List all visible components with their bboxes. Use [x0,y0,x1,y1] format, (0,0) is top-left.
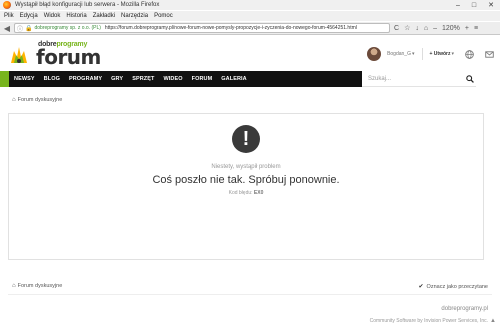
menu-pomoc[interactable]: Pomoc [154,13,173,19]
menu-narzedzia[interactable]: Narzędzia [121,13,148,19]
footer-breadcrumb-link[interactable]: Forum dyskusyjne [18,283,63,289]
browser-menubar: Plik Edycja Widok Historia Zakładki Narz… [0,11,500,21]
mail-icon[interactable] [485,50,494,59]
close-icon[interactable]: ✕ [482,0,500,10]
scroll-up-icon[interactable]: ▲ [490,318,496,324]
error-code: Kod błędu: EX0 [9,190,483,196]
error-message: Coś poszło nie tak. Spróbuj ponownie. [152,174,340,186]
lock-icon[interactable]: 🔒 [25,25,32,32]
search-icon[interactable] [466,75,474,83]
search-input[interactable]: Szukaj... [362,71,476,87]
browser-toolbar: ◀ ⓘ 🔒 dobreprogramy sp. z o.o. (PL) http… [0,22,500,35]
avatar[interactable] [367,47,382,61]
main-nav: NEWSY BLOG PROGRAMY GRY SPRZĘT WIDEO FOR… [0,71,500,87]
menu-plik[interactable]: Plik [4,13,14,19]
header-user-area: Bogdan_G ▾ + Utwórz ▾ [367,46,494,62]
site-identity[interactable]: dobreprogramy sp. z o.o. (PL) [35,25,101,31]
user-name[interactable]: Bogdan_G [387,51,411,57]
bookmark-star-icon[interactable]: ☆ [404,24,410,32]
nav-items: NEWSY BLOG PROGRAMY GRY SPRZĘT WIDEO FOR… [14,71,256,87]
info-icon[interactable]: ⓘ [17,24,23,33]
hamburger-menu-icon[interactable]: ≡ [474,25,478,32]
window-titlebar: Wystąpił błąd konfiguracji lub serwera -… [0,0,500,10]
error-panel: ! Niestety, wystąpił problem Coś poszło … [8,113,484,260]
check-icon: ✔ [418,284,424,290]
zoom-level[interactable]: 120% [442,25,460,32]
mark-read-button[interactable]: ✔ Oznacz jako przeczytane [418,283,488,291]
menu-widok[interactable]: Widok [44,13,61,19]
footer-divider [8,294,492,295]
header-divider [421,48,423,60]
zoom-in-icon[interactable]: + [465,25,469,32]
error-code-label: Kod błędu: [228,190,253,196]
download-icon[interactable]: ↓ [415,25,419,32]
menu-edycja[interactable]: Edycja [20,13,38,19]
url-text[interactable]: https://forum.dobreprogramy.pl/nowe-foru… [105,25,357,31]
footer-site-name: dobreprogramy.pl [441,306,488,312]
menu-historia[interactable]: Historia [66,13,86,19]
nav-item-blog[interactable]: BLOG [44,76,60,82]
breadcrumb-link[interactable]: Forum dyskusyjne [18,97,63,103]
error-subtitle: Niestety, wystąpił problem [211,164,281,170]
mark-read-label: Oznacz jako przeczytane [426,283,488,290]
nav-item-gry[interactable]: GRY [111,76,123,82]
footer-breadcrumb: ⌂ Forum dyskusyjne [12,283,62,289]
nav-item-galeria[interactable]: GALERIA [221,76,246,82]
footer-home-icon[interactable]: ⌂ [12,283,16,289]
search-placeholder: Szukaj... [368,75,392,82]
home-icon[interactable]: ⌂ [424,25,428,32]
nav-accent-bar [0,71,9,87]
reload-icon[interactable]: C [394,25,399,32]
footer-credit[interactable]: Community Software by Invision Power Ser… [370,318,488,324]
logo-brand-main: forum [36,45,101,69]
nav-item-wideo[interactable]: WIDEO [163,76,182,82]
breadcrumb: ⌂ Forum dyskusyjne [12,97,62,103]
maximize-icon[interactable]: □ [466,0,482,10]
nav-item-sprzet[interactable]: SPRZĘT [132,76,154,82]
url-bar[interactable]: ⓘ 🔒 dobreprogramy sp. z o.o. (PL) https:… [14,23,390,33]
toolbar-icons: C ☆ ↓ ⌂ – 120% + ≡ [394,24,483,33]
error-exclamation-icon: ! [232,125,260,153]
error-code-value: EX0 [253,190,264,196]
breadcrumb-home-icon[interactable]: ⌂ [12,97,16,103]
window-controls: – □ ✕ [450,0,500,10]
minimize-icon[interactable]: – [450,0,466,10]
nav-item-forum[interactable]: FORUM [192,76,213,82]
create-caret-icon[interactable]: ▾ [451,51,454,57]
nav-item-newsy[interactable]: NEWSY [14,76,35,82]
create-button[interactable]: + Utwórz [430,51,451,57]
menu-zakladki[interactable]: Zakładki [93,13,115,19]
site-logo[interactable]: dobreprogramy forum [8,41,101,69]
logo-mark-icon [11,47,27,63]
site-header: dobreprogramy forum Bogdan_G ▾ + Utwórz … [0,38,500,70]
nav-item-programy[interactable]: PROGRAMY [69,76,102,82]
back-button-icon[interactable]: ◀ [2,23,12,33]
firefox-icon [3,1,11,9]
zoom-out-icon[interactable]: – [433,25,437,32]
globe-icon[interactable] [465,49,474,59]
user-caret-icon[interactable]: ▾ [412,51,415,57]
window-title: Wystąpił błąd konfiguracji lub serwera -… [15,2,160,8]
